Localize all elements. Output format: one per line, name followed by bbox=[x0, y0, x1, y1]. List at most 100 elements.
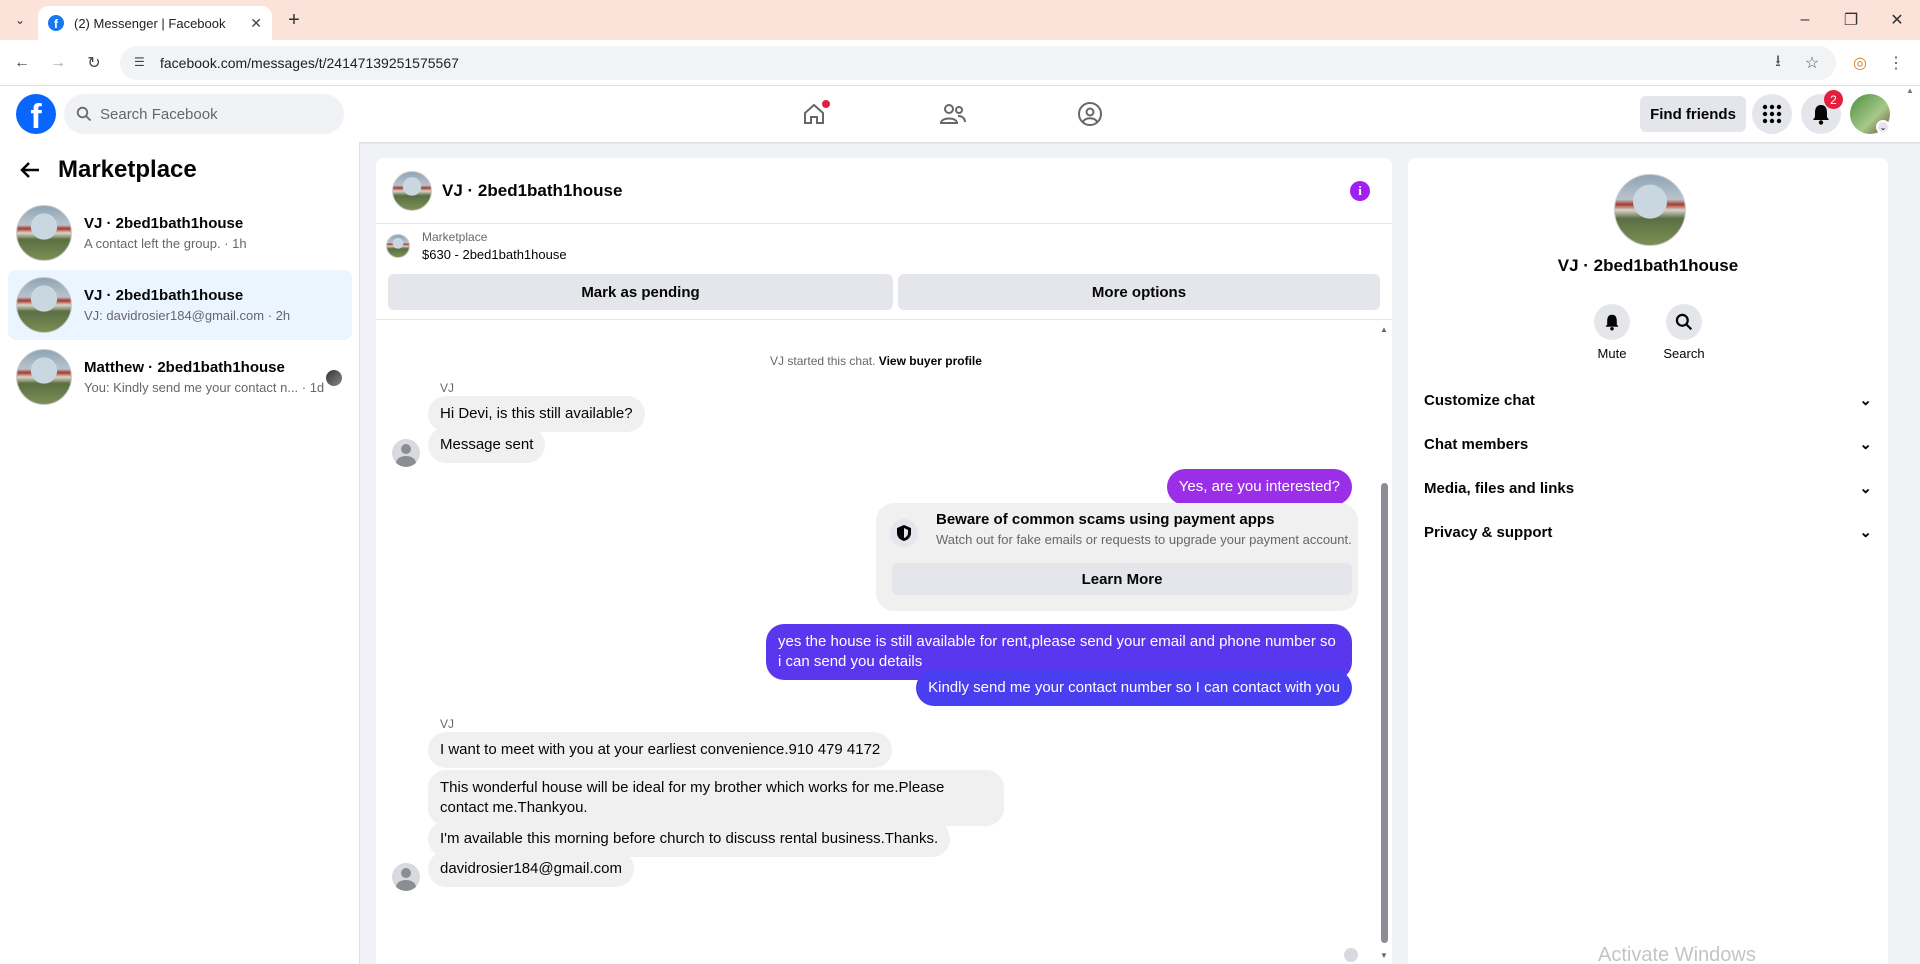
learn-more-button[interactable]: Learn More bbox=[892, 563, 1352, 595]
outgoing-message[interactable]: Yes, are you interested? bbox=[1166, 469, 1352, 505]
mute-label: Mute bbox=[1597, 346, 1627, 361]
system-message: VJ started this chat. View buyer profile bbox=[376, 354, 1376, 368]
sender-name: VJ bbox=[440, 717, 455, 731]
chat-header: VJ · 2bed1bath1house i bbox=[376, 158, 1392, 224]
search-label: Search bbox=[1663, 346, 1705, 361]
url-field[interactable]: ☰ facebook.com/messages/t/24147139251575… bbox=[120, 46, 1836, 80]
notification-badge: 2 bbox=[1824, 90, 1843, 109]
details-name: VJ · 2bed1bath1house bbox=[1557, 256, 1739, 275]
info-icon[interactable]: i bbox=[1350, 181, 1370, 201]
site-settings-icon[interactable]: ☰ bbox=[134, 55, 150, 71]
avatar[interactable] bbox=[392, 863, 420, 891]
incoming-message[interactable]: Message sent bbox=[428, 427, 546, 463]
house-thumbnail bbox=[386, 234, 410, 258]
install-app-icon[interactable]: ⭳ bbox=[1766, 51, 1790, 75]
profile-chrome-icon[interactable]: ◎ bbox=[1848, 51, 1872, 75]
conversation-preview: VJ: davidrosier184@gmail.com · 2h bbox=[84, 308, 291, 323]
house-thumbnail[interactable] bbox=[1614, 174, 1686, 246]
tab-search-chevron-icon[interactable]: ⌄ bbox=[8, 8, 32, 32]
reload-icon[interactable]: ↻ bbox=[82, 51, 106, 75]
section-label: Privacy & support bbox=[1424, 523, 1553, 541]
house-thumbnail bbox=[16, 349, 72, 405]
conversation-name: VJ · 2bed1bath1house bbox=[84, 287, 244, 304]
list-item[interactable]: VJ · 2bed1bath1house A contact left the … bbox=[8, 198, 352, 268]
conversation-preview: A contact left the group. · 1h bbox=[84, 236, 247, 251]
browser-tab-active[interactable]: f (2) Messenger | Facebook ✕ bbox=[38, 6, 272, 40]
search-icon bbox=[1666, 304, 1702, 340]
menu-grid-icon[interactable] bbox=[1752, 94, 1792, 134]
sender-name: VJ bbox=[440, 381, 455, 395]
scroll-up-icon[interactable]: ▲ bbox=[1380, 325, 1388, 334]
listing-summary[interactable]: Marketplace $630 - 2bed1bath1house bbox=[386, 230, 567, 262]
back-arrow-icon[interactable]: ← bbox=[10, 51, 34, 75]
house-thumbnail[interactable] bbox=[392, 170, 432, 211]
privacy-support-section[interactable]: Privacy & support ⌄ bbox=[1416, 510, 1880, 554]
chat-title[interactable]: VJ · 2bed1bath1house bbox=[442, 181, 622, 201]
mute-button[interactable]: Mute bbox=[1582, 304, 1642, 361]
list-header: Marketplace bbox=[16, 156, 197, 184]
conversation-preview: You: Kindly send me your contact n... · … bbox=[84, 380, 325, 395]
page-title: Marketplace bbox=[58, 156, 197, 183]
search-input[interactable] bbox=[100, 105, 320, 123]
conversation-name: VJ · 2bed1bath1house bbox=[84, 215, 244, 232]
facebook-logo-icon[interactable]: f bbox=[16, 94, 56, 134]
page-scroll-up-icon[interactable]: ▲ bbox=[1906, 86, 1916, 106]
avatar[interactable] bbox=[392, 439, 420, 467]
facebook-search-bar[interactable] bbox=[64, 94, 344, 134]
house-thumbnail bbox=[16, 205, 72, 261]
media-files-links-section[interactable]: Media, files and links ⌄ bbox=[1416, 466, 1880, 510]
incoming-message[interactable]: I want to meet with you at your earliest… bbox=[428, 732, 893, 768]
chevron-down-icon: ⌄ bbox=[1859, 392, 1872, 409]
list-item[interactable]: Matthew · 2bed1bath1house You: Kindly se… bbox=[8, 342, 352, 412]
tab-close-icon[interactable]: ✕ bbox=[250, 15, 262, 32]
activate-windows-watermark: Activate Windows bbox=[1598, 944, 1756, 964]
back-arrow-icon[interactable] bbox=[16, 156, 44, 184]
outgoing-message[interactable]: Kindly send me your contact number so I … bbox=[916, 670, 1352, 706]
seen-avatar bbox=[1344, 948, 1358, 962]
view-buyer-profile-link[interactable]: View buyer profile bbox=[879, 354, 982, 368]
facebook-favicon-icon: f bbox=[48, 15, 64, 31]
chevron-down-icon[interactable]: ⌄ bbox=[1876, 120, 1890, 134]
new-tab-plus-icon[interactable]: + bbox=[282, 8, 306, 32]
incoming-message[interactable]: davidrosier184@gmail.com bbox=[428, 851, 634, 887]
facebook-top-nav: f Find friends 2 ⌄ bbox=[0, 86, 1920, 142]
groups-icon[interactable] bbox=[1074, 98, 1106, 130]
scroll-thumb[interactable] bbox=[1381, 483, 1388, 943]
find-friends-button[interactable]: Find friends bbox=[1640, 96, 1746, 132]
friends-icon[interactable] bbox=[937, 98, 969, 130]
customize-chat-section[interactable]: Customize chat ⌄ bbox=[1416, 378, 1880, 422]
bell-icon bbox=[1594, 304, 1630, 340]
bookmark-star-icon[interactable]: ☆ bbox=[1800, 51, 1824, 75]
house-thumbnail bbox=[16, 277, 72, 333]
section-label: Chat members bbox=[1424, 435, 1529, 453]
forward-arrow-icon[interactable]: → bbox=[46, 51, 70, 75]
minimize-icon[interactable]: – bbox=[1790, 8, 1820, 32]
shield-icon bbox=[890, 519, 918, 547]
more-options-button[interactable]: More options bbox=[898, 274, 1380, 310]
chevron-down-icon: ⌄ bbox=[1859, 480, 1872, 497]
scam-title: Beware of common scams using payment app… bbox=[936, 511, 1275, 528]
browser-tab-bar: ⌄ f (2) Messenger | Facebook ✕ + – ❐ ✕ bbox=[0, 0, 1920, 40]
incoming-message[interactable]: This wonderful house will be ideal for m… bbox=[428, 770, 1004, 826]
mark-as-pending-button[interactable]: Mark as pending bbox=[388, 274, 893, 310]
chrome-menu-icon[interactable]: ⋮ bbox=[1884, 51, 1908, 75]
divider bbox=[376, 319, 1392, 320]
message-thread: VJ started this chat. View buyer profile… bbox=[376, 323, 1376, 964]
tab-title: (2) Messenger | Facebook bbox=[74, 15, 226, 31]
listing-label: Marketplace bbox=[422, 230, 488, 244]
search-button[interactable]: Search bbox=[1654, 304, 1714, 361]
home-notification-dot bbox=[822, 100, 830, 108]
listing-price: $630 - 2bed1bath1house bbox=[422, 247, 567, 262]
marketplace-conversation-list: Marketplace VJ · 2bed1bath1house A conta… bbox=[0, 142, 360, 964]
message-scrollbar[interactable]: ▲ ▼ bbox=[1378, 323, 1390, 964]
list-item[interactable]: VJ · 2bed1bath1house VJ: davidrosier184@… bbox=[8, 270, 352, 340]
chat-details-panel: VJ · 2bed1bath1house Mute Search Customi… bbox=[1408, 158, 1888, 964]
seen-avatar bbox=[326, 370, 342, 386]
system-text: VJ started this chat. bbox=[770, 354, 876, 368]
section-label: Customize chat bbox=[1424, 391, 1535, 409]
scroll-down-icon[interactable]: ▼ bbox=[1380, 951, 1388, 960]
chat-panel: VJ · 2bed1bath1house i Marketplace $630 … bbox=[376, 158, 1392, 964]
chat-members-section[interactable]: Chat members ⌄ bbox=[1416, 422, 1880, 466]
restore-icon[interactable]: ❐ bbox=[1836, 8, 1866, 32]
window-close-icon[interactable]: ✕ bbox=[1882, 8, 1912, 32]
